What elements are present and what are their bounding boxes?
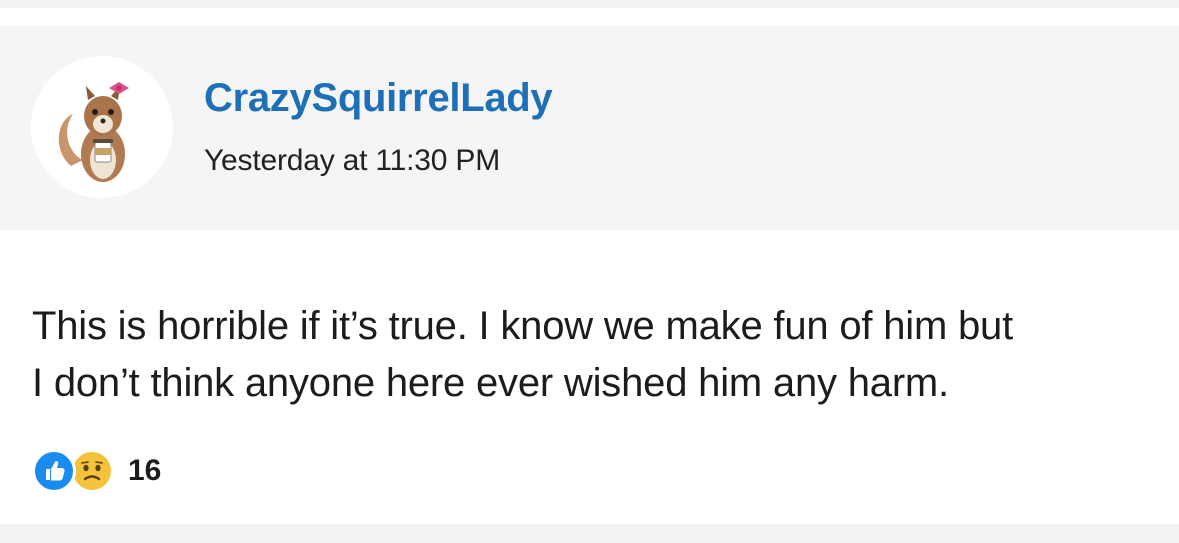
post-body-line: I don’t think anyone here ever wished hi… [32, 361, 949, 405]
sad-icon[interactable] [70, 449, 114, 493]
like-icon[interactable] [32, 449, 76, 493]
reactions-bar[interactable]: 16 [32, 448, 161, 494]
username-link[interactable]: CrazySquirrelLady [204, 76, 553, 121]
reaction-count[interactable]: 16 [128, 454, 161, 488]
squirrel-avatar-icon [58, 82, 129, 182]
post-body-line: This is horrible if it’s true. I know we… [32, 304, 1013, 348]
post-body: This is horrible if it’s true. I know we… [32, 298, 1162, 412]
user-avatar[interactable] [31, 56, 173, 198]
post-timestamp[interactable]: Yesterday at 11:30 PM [204, 144, 500, 178]
post-header [0, 26, 1179, 230]
comment-post: CrazySquirrelLady Yesterday at 11:30 PM … [0, 8, 1179, 524]
